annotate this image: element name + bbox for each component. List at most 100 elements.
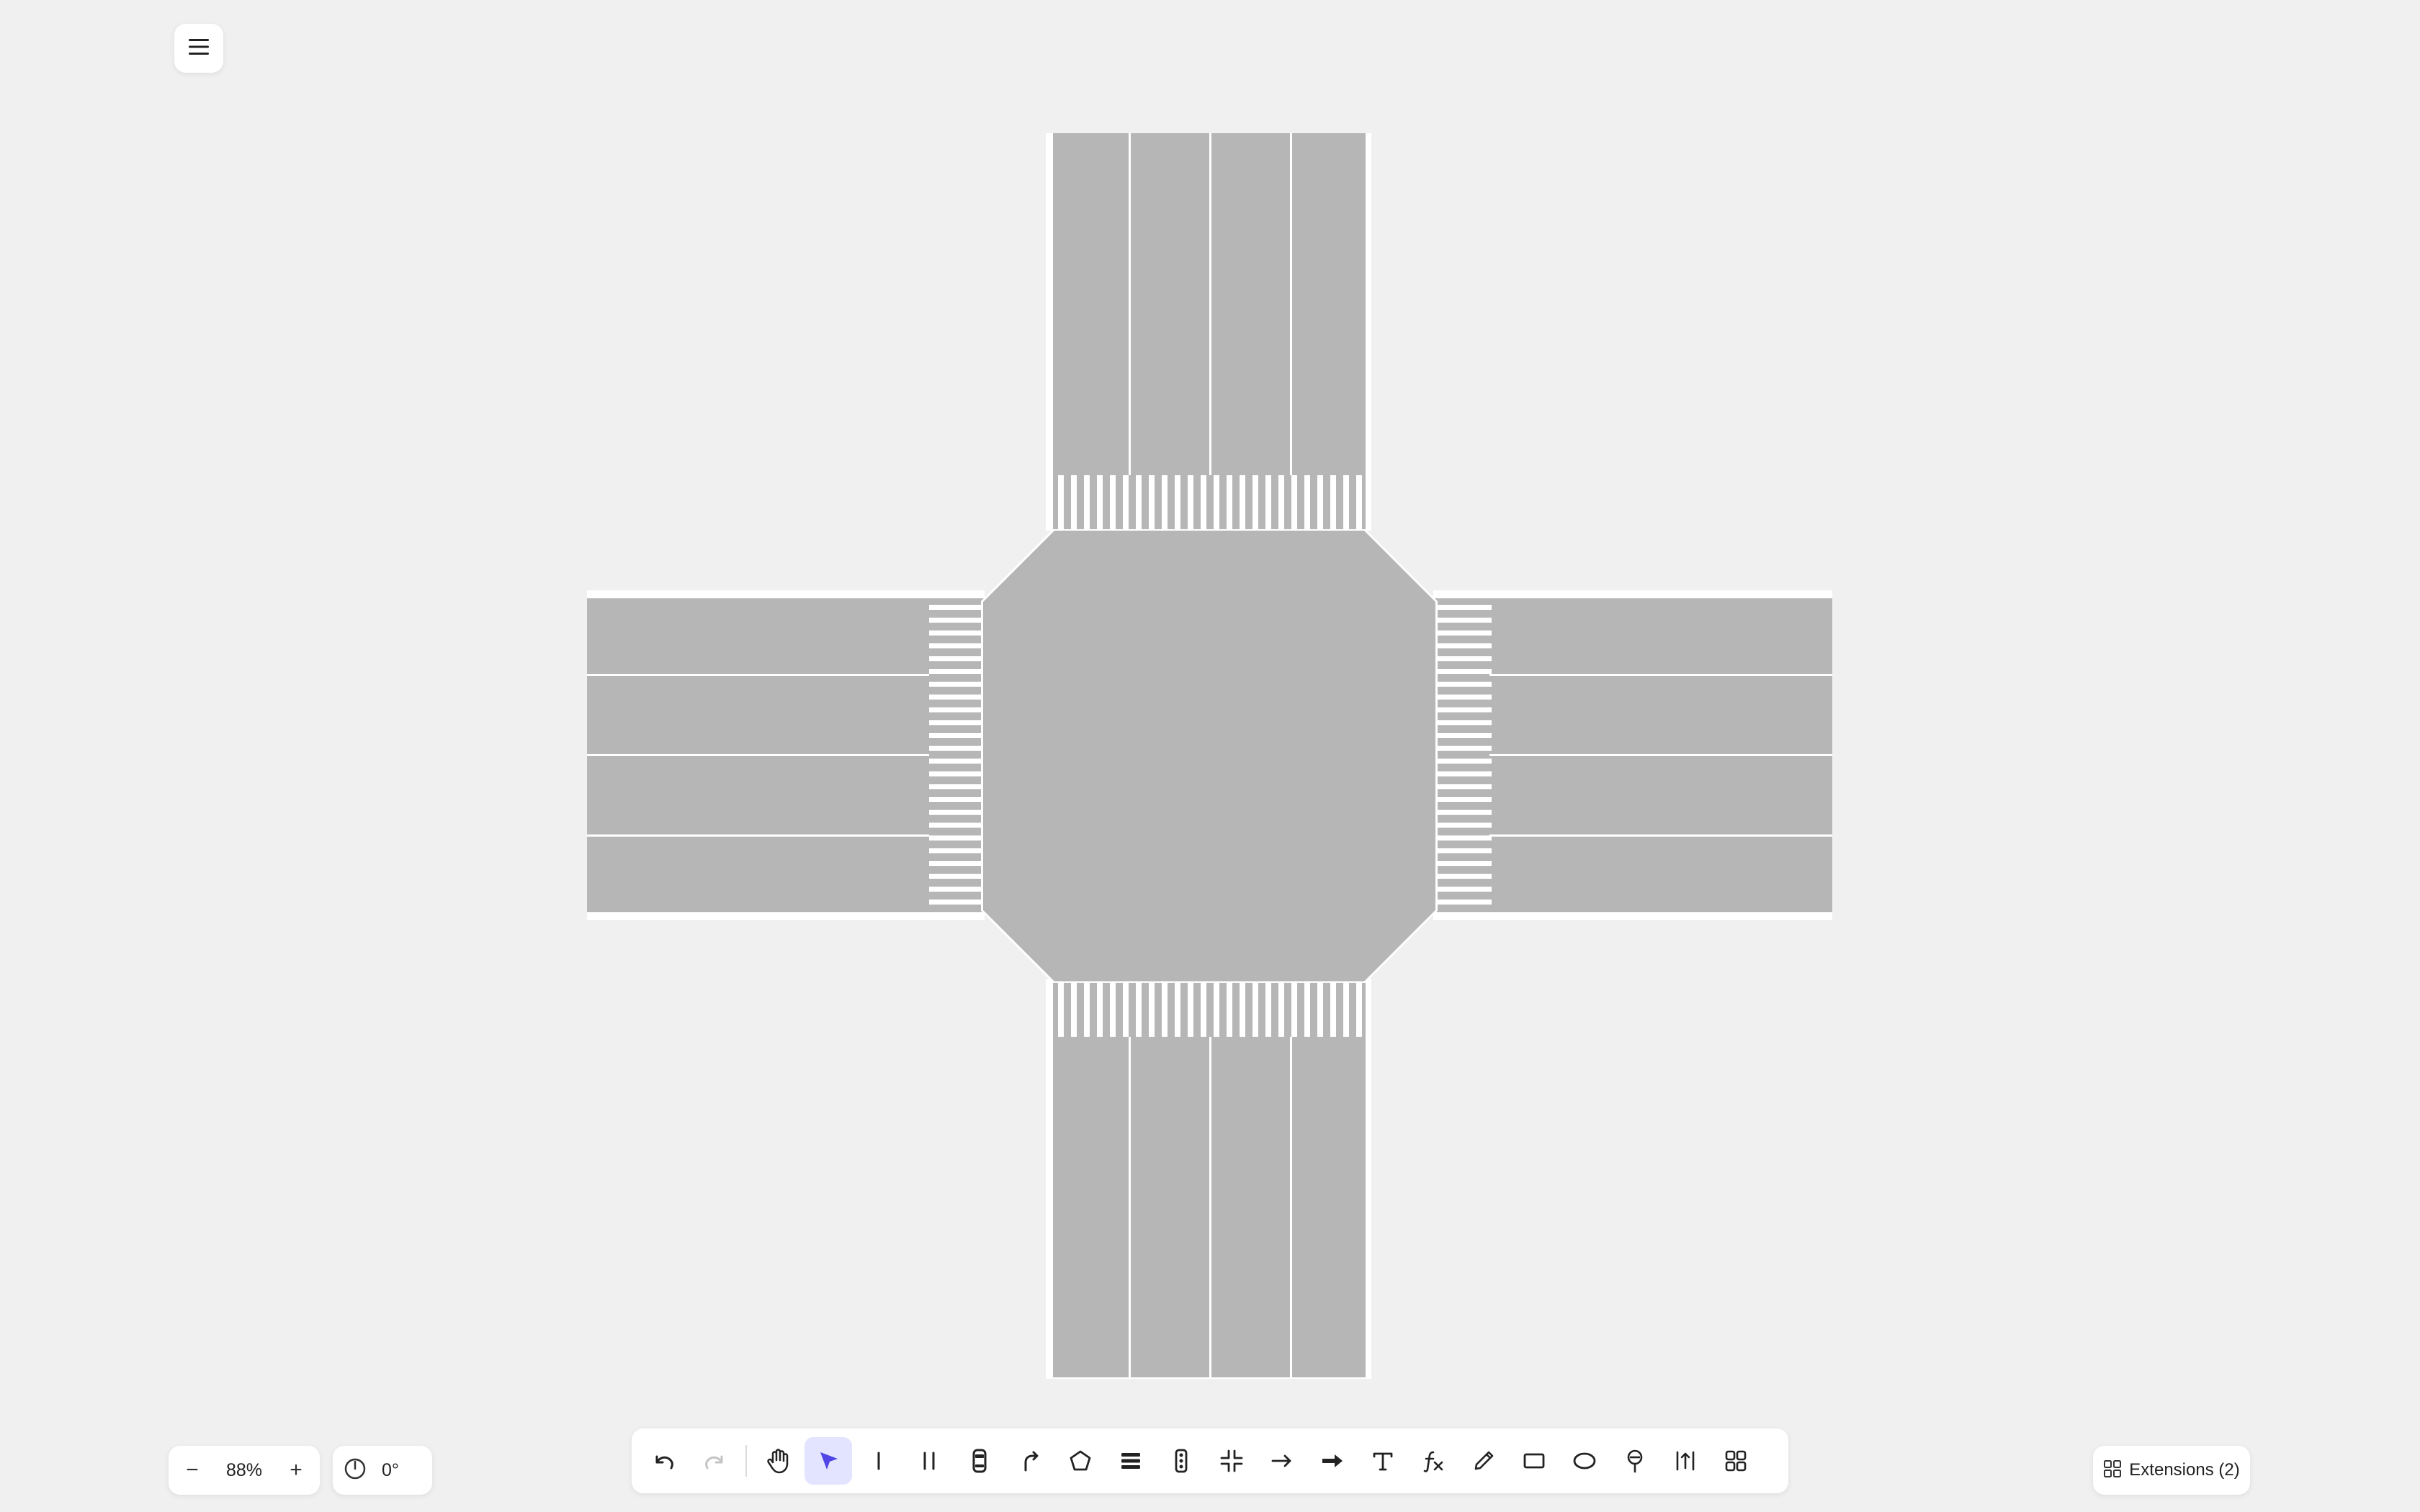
double-line-icon [923,1452,935,1470]
crosswalk-stripe [1343,983,1349,1037]
turn-arrow-icon [1024,1451,1039,1472]
pentagon-icon [1070,1450,1091,1471]
crosswalk-stripe [1317,983,1323,1037]
crosswalk-stripe [1438,669,1492,674]
rectangle-tool-button[interactable] [1510,1437,1558,1485]
crosswalk-stripe [929,873,983,879]
junction-area[interactable] [981,529,1438,983]
crosswalk-stripe [1071,475,1077,529]
crosswalk-stripe [1438,873,1492,879]
south-road[interactable] [1046,979,1371,1379]
polygon-tool-button[interactable] [1057,1437,1104,1485]
crosswalk-stripe [1291,475,1297,529]
pan-tool-button[interactable] [754,1437,802,1485]
more-tools-button[interactable] [1712,1437,1760,1485]
east-lane-line-3 [1489,834,1832,837]
zoom-level: 88% [225,1459,263,1480]
crosswalk-stripe [1201,983,1206,1037]
extensions-grid-icon [2103,1459,2122,1482]
crosswalk-stripe [1438,899,1492,905]
crosswalk-stripe [929,848,983,854]
crosswalk-stripe [1136,475,1142,529]
west-lane-line-3 [587,834,929,837]
east-road[interactable] [1433,590,1832,920]
crosswalk-stripe [1356,983,1362,1037]
zoom-out-button[interactable]: − [182,1458,203,1482]
select-tool-button[interactable] [805,1437,852,1485]
crosswalk-stripe [1123,983,1129,1037]
crosswalk-stripe [1071,983,1077,1037]
crosswalk-stripe [1097,983,1103,1037]
rotation-control[interactable]: 0° [333,1446,432,1495]
crosswalk-stripe [929,733,983,738]
crosswalk-stripe [929,899,983,905]
south-lane-line-2 [1209,1037,1211,1377]
text-icon [1373,1452,1393,1471]
crosswalk-stripe [1278,983,1284,1037]
single-line-icon [877,1452,880,1470]
crosswalk-stripe [1330,983,1336,1037]
west-road[interactable] [587,590,985,920]
crosswalk-stripe [1438,720,1492,726]
crosswalk-stripe [1438,809,1492,815]
road-markings-tool-button[interactable] [1107,1437,1155,1485]
arrow-tool-button[interactable] [1258,1437,1306,1485]
measure-icon [1676,1451,1695,1471]
intersection-canvas[interactable] [0,0,2420,1512]
extensions-label: Extensions (2) [2129,1460,2240,1480]
ellipse-tool-button[interactable] [1561,1437,1608,1485]
crosswalk-stripe [1438,617,1492,623]
crosswalk-stripe [1343,475,1349,529]
turn-path-tool-button[interactable] [1006,1437,1054,1485]
crosswalk-stripe [1252,983,1258,1037]
north-road[interactable] [1046,133,1371,531]
crosswalk-stripe [1438,848,1492,854]
traffic-light-icon [1175,1449,1188,1473]
crosswalk-stripe [1084,983,1090,1037]
crosswalk-stripe [1201,475,1206,529]
pencil-tool-button[interactable] [1460,1437,1507,1485]
crosswalk-stripe [1149,475,1155,529]
crosswalk-stripe [1330,475,1336,529]
crosswalk-stripe [929,694,983,700]
crosswalk-stripe [929,656,983,662]
redo-button[interactable] [691,1437,738,1485]
crosswalk-stripe [1438,758,1492,764]
crosswalk-stripe [1149,983,1155,1037]
crosswalk-stripe [929,617,983,623]
extensions-button[interactable]: Extensions (2) [2093,1446,2250,1495]
double-line-tool-button[interactable] [905,1437,953,1485]
sign-icon [1627,1449,1643,1473]
vehicle-tool-button[interactable] [956,1437,1003,1485]
car-icon [972,1449,987,1473]
measure-tool-button[interactable] [1662,1437,1709,1485]
undo-icon [655,1455,673,1470]
bold-arrow-tool-button[interactable] [1309,1437,1356,1485]
crosswalk-stripe [929,886,983,892]
intersection-tool-button[interactable] [1208,1437,1255,1485]
crosswalk-stripe [1438,771,1492,777]
crosswalk-stripe [1438,745,1492,751]
east-lane-line-1 [1489,674,1832,676]
sign-tool-button[interactable] [1611,1437,1659,1485]
crosswalk-stripe [1265,475,1271,529]
crosswalk-stripe [929,861,983,866]
crosswalk-stripe [1291,983,1297,1037]
crosswalk-stripe [1162,475,1168,529]
zoom-in-button[interactable]: + [285,1458,307,1482]
text-tool-button[interactable] [1359,1437,1407,1485]
compass-icon[interactable] [343,1457,367,1485]
crosswalk-stripe [1438,784,1492,790]
main-menu-button[interactable] [174,24,223,73]
crosswalk-stripe [1438,694,1492,700]
crosswalk-stripe [1438,886,1492,892]
undo-button[interactable] [640,1437,688,1485]
formula-tool-button[interactable] [1410,1437,1457,1485]
crosswalk-stripe [1265,983,1271,1037]
single-line-tool-button[interactable] [855,1437,902,1485]
traffic-light-tool-button[interactable] [1157,1437,1205,1485]
west-lane-line-2 [587,754,929,756]
crosswalk-stripe [1304,983,1310,1037]
crosswalk-stripe [929,784,983,790]
crosswalk-stripe [929,835,983,841]
